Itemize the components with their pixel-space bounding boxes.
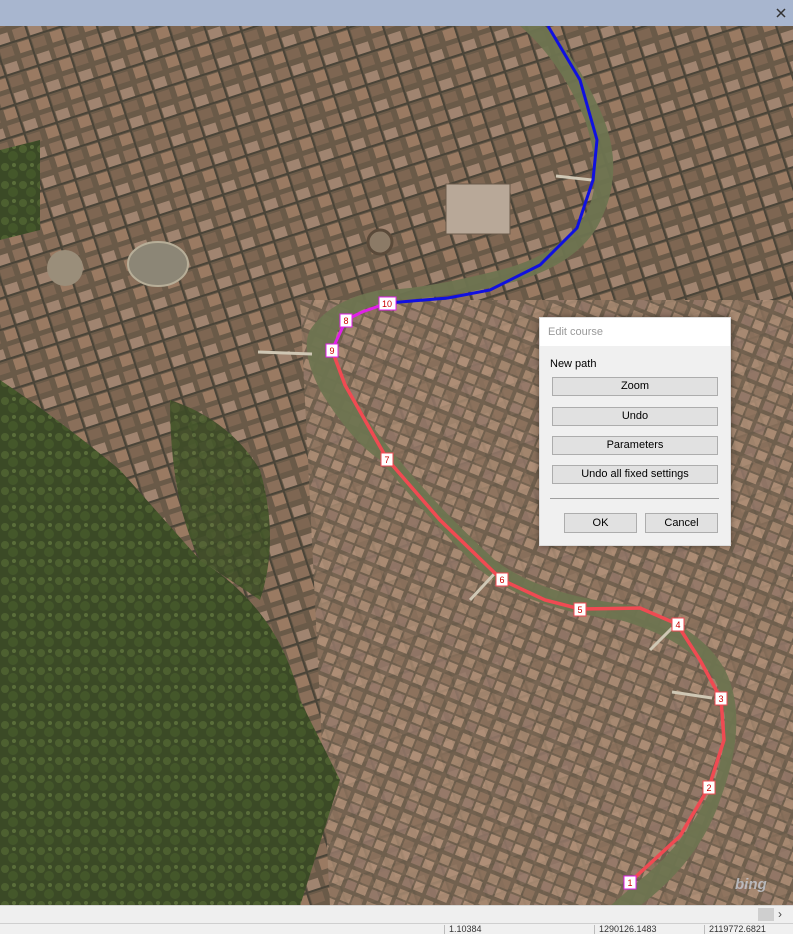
horizontal-scrollbar[interactable]: ›: [0, 905, 793, 923]
window-title-bar: [0, 0, 793, 26]
svg-text:6: 6: [499, 575, 504, 585]
svg-text:7: 7: [384, 455, 389, 465]
svg-text:3: 3: [718, 694, 723, 704]
bridge: [257, 350, 313, 356]
dialog-title: Edit course: [540, 318, 730, 346]
svg-text:8: 8: [343, 316, 348, 326]
palace-of-justice: [445, 183, 511, 235]
st-peters-dome: [47, 250, 83, 286]
close-icon[interactable]: [775, 7, 787, 19]
route-marker-4[interactable]: 4: [671, 617, 685, 632]
cancel-button[interactable]: Cancel: [645, 513, 718, 533]
route-marker-2[interactable]: 2: [702, 780, 716, 795]
zoom-button[interactable]: Zoom: [552, 377, 718, 396]
svg-text:4: 4: [675, 620, 680, 630]
scroll-right-icon[interactable]: ›: [778, 907, 782, 921]
status-bar: 1.10384 1290126.1483 2119772.6821: [0, 923, 793, 934]
edit-course-dialog: Edit course New path Zoom Undo Parameter…: [539, 317, 731, 546]
route-marker-9[interactable]: 9: [325, 343, 339, 358]
park-area-north: [0, 140, 40, 240]
scrollbar-thumb[interactable]: [758, 908, 774, 921]
route-marker-6[interactable]: 6: [495, 572, 509, 587]
bing-logo: bing: [735, 876, 767, 893]
parameters-button[interactable]: Parameters: [552, 436, 718, 455]
svg-text:5: 5: [577, 605, 582, 615]
route-marker-8[interactable]: 8: [339, 313, 353, 328]
svg-text:1: 1: [627, 878, 632, 888]
undo-button[interactable]: Undo: [552, 407, 718, 426]
route-marker-7[interactable]: 7: [380, 452, 394, 467]
route-marker-3[interactable]: 3: [714, 691, 728, 706]
castel-sant-angelo: [366, 228, 394, 256]
new-path-label: New path: [550, 358, 597, 370]
svg-text:9: 9: [329, 346, 334, 356]
st-peters-square: [127, 241, 189, 287]
route-marker-10[interactable]: 10: [378, 296, 397, 311]
svg-text:2: 2: [706, 783, 711, 793]
undo-all-fixed-settings-button[interactable]: Undo all fixed settings: [552, 465, 718, 484]
ok-button[interactable]: OK: [564, 513, 637, 533]
dialog-separator: [550, 498, 719, 499]
route-marker-5[interactable]: 5: [573, 602, 587, 617]
svg-text:10: 10: [382, 299, 392, 309]
route-marker-1[interactable]: 1: [623, 875, 637, 890]
